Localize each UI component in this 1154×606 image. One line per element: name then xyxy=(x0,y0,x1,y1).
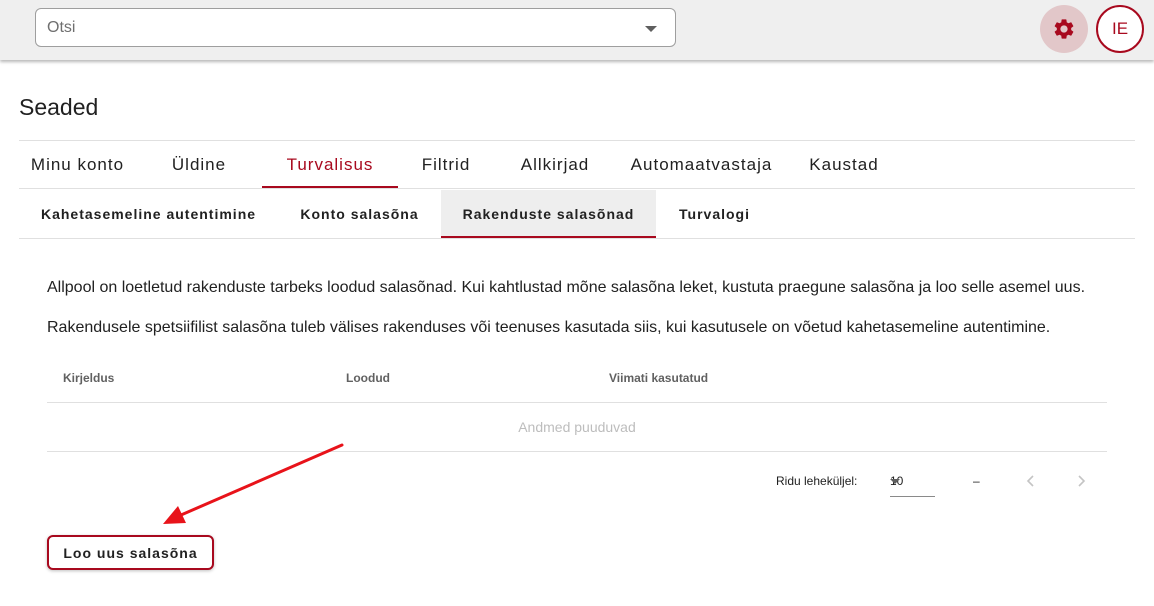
user-avatar[interactable]: IE xyxy=(1096,5,1144,53)
subtab-app-passwords[interactable]: Rakenduste salasõnad xyxy=(441,190,656,238)
previous-page-button[interactable] xyxy=(1020,470,1042,492)
chevron-down-icon xyxy=(890,479,900,484)
subtab-account-password[interactable]: Konto salasõna xyxy=(278,190,441,238)
description-paragraph: Rakendusele spetsiifilist salasõna tuleb… xyxy=(47,319,1051,336)
subtab-label: Turvalogi xyxy=(679,206,750,222)
tab-filtrid[interactable]: Filtrid xyxy=(398,142,494,188)
tab-label: Üldine xyxy=(171,155,227,174)
top-bar: IE xyxy=(0,0,1154,60)
tab-label: Allkirjad xyxy=(520,155,590,174)
rows-per-page-label: Ridu leheküljel: xyxy=(776,474,858,488)
subtab-security-log[interactable]: Turvalogi xyxy=(656,190,773,238)
chevron-left-icon xyxy=(1026,475,1034,487)
page-title: Seaded xyxy=(19,94,99,120)
tab-kaustad[interactable]: Kaustad xyxy=(787,142,901,188)
subtab-two-factor[interactable]: Kahetasemeline autentimine xyxy=(19,190,278,238)
subtab-label: Konto salasõna xyxy=(300,206,419,222)
tab-turvalisus[interactable]: Turvalisus xyxy=(262,142,398,188)
description-paragraph: Allpool on loetletud rakenduste tarbeks … xyxy=(47,279,1086,296)
subtab-label: Kahetasemeline autentimine xyxy=(40,206,257,222)
security-subtabs: Kahetasemeline autentimine Konto salasõn… xyxy=(19,190,773,238)
column-header-description[interactable]: Kirjeldus xyxy=(63,371,114,385)
avatar-initials: IE xyxy=(1111,19,1129,38)
divider xyxy=(19,188,1135,189)
column-header-last-used[interactable]: Viimati kasutatud xyxy=(609,371,708,385)
tab-uldine[interactable]: Üldine xyxy=(136,142,262,188)
chevron-down-icon[interactable] xyxy=(645,26,657,32)
tab-label: Filtrid xyxy=(421,155,471,174)
search-input[interactable] xyxy=(47,17,627,39)
column-header-created[interactable]: Loodud xyxy=(346,371,390,385)
page-range: – xyxy=(973,474,980,488)
settings-button[interactable] xyxy=(1040,5,1088,53)
subtab-label: Rakenduste salasõnad xyxy=(462,206,635,222)
tab-minu-konto[interactable]: Minu konto xyxy=(19,142,136,188)
gear-icon xyxy=(1054,19,1074,39)
rows-per-page-select[interactable]: 10 xyxy=(890,469,935,497)
divider xyxy=(19,140,1135,141)
tab-label: Turvalisus xyxy=(286,155,374,174)
annotation-arrow xyxy=(163,443,344,524)
tab-automaatvastaja[interactable]: Automaatvastaja xyxy=(616,142,787,188)
divider xyxy=(19,238,1135,239)
search-field[interactable] xyxy=(35,8,676,47)
next-page-button[interactable] xyxy=(1070,470,1092,492)
settings-tabs: Minu konto Üldine Turvalisus Filtrid All… xyxy=(19,142,901,188)
table-divider xyxy=(47,451,1107,452)
table-divider xyxy=(47,402,1107,403)
tab-label: Kaustad xyxy=(809,155,879,174)
tab-allkirjad[interactable]: Allkirjad xyxy=(494,142,616,188)
tab-label: Minu konto xyxy=(30,155,125,174)
create-app-password-button[interactable]: Loo uus salasõna xyxy=(47,535,214,570)
tab-label: Automaatvastaja xyxy=(630,155,773,174)
empty-table-message: Andmed puuduvad xyxy=(518,419,636,435)
chevron-right-icon xyxy=(1078,475,1086,487)
